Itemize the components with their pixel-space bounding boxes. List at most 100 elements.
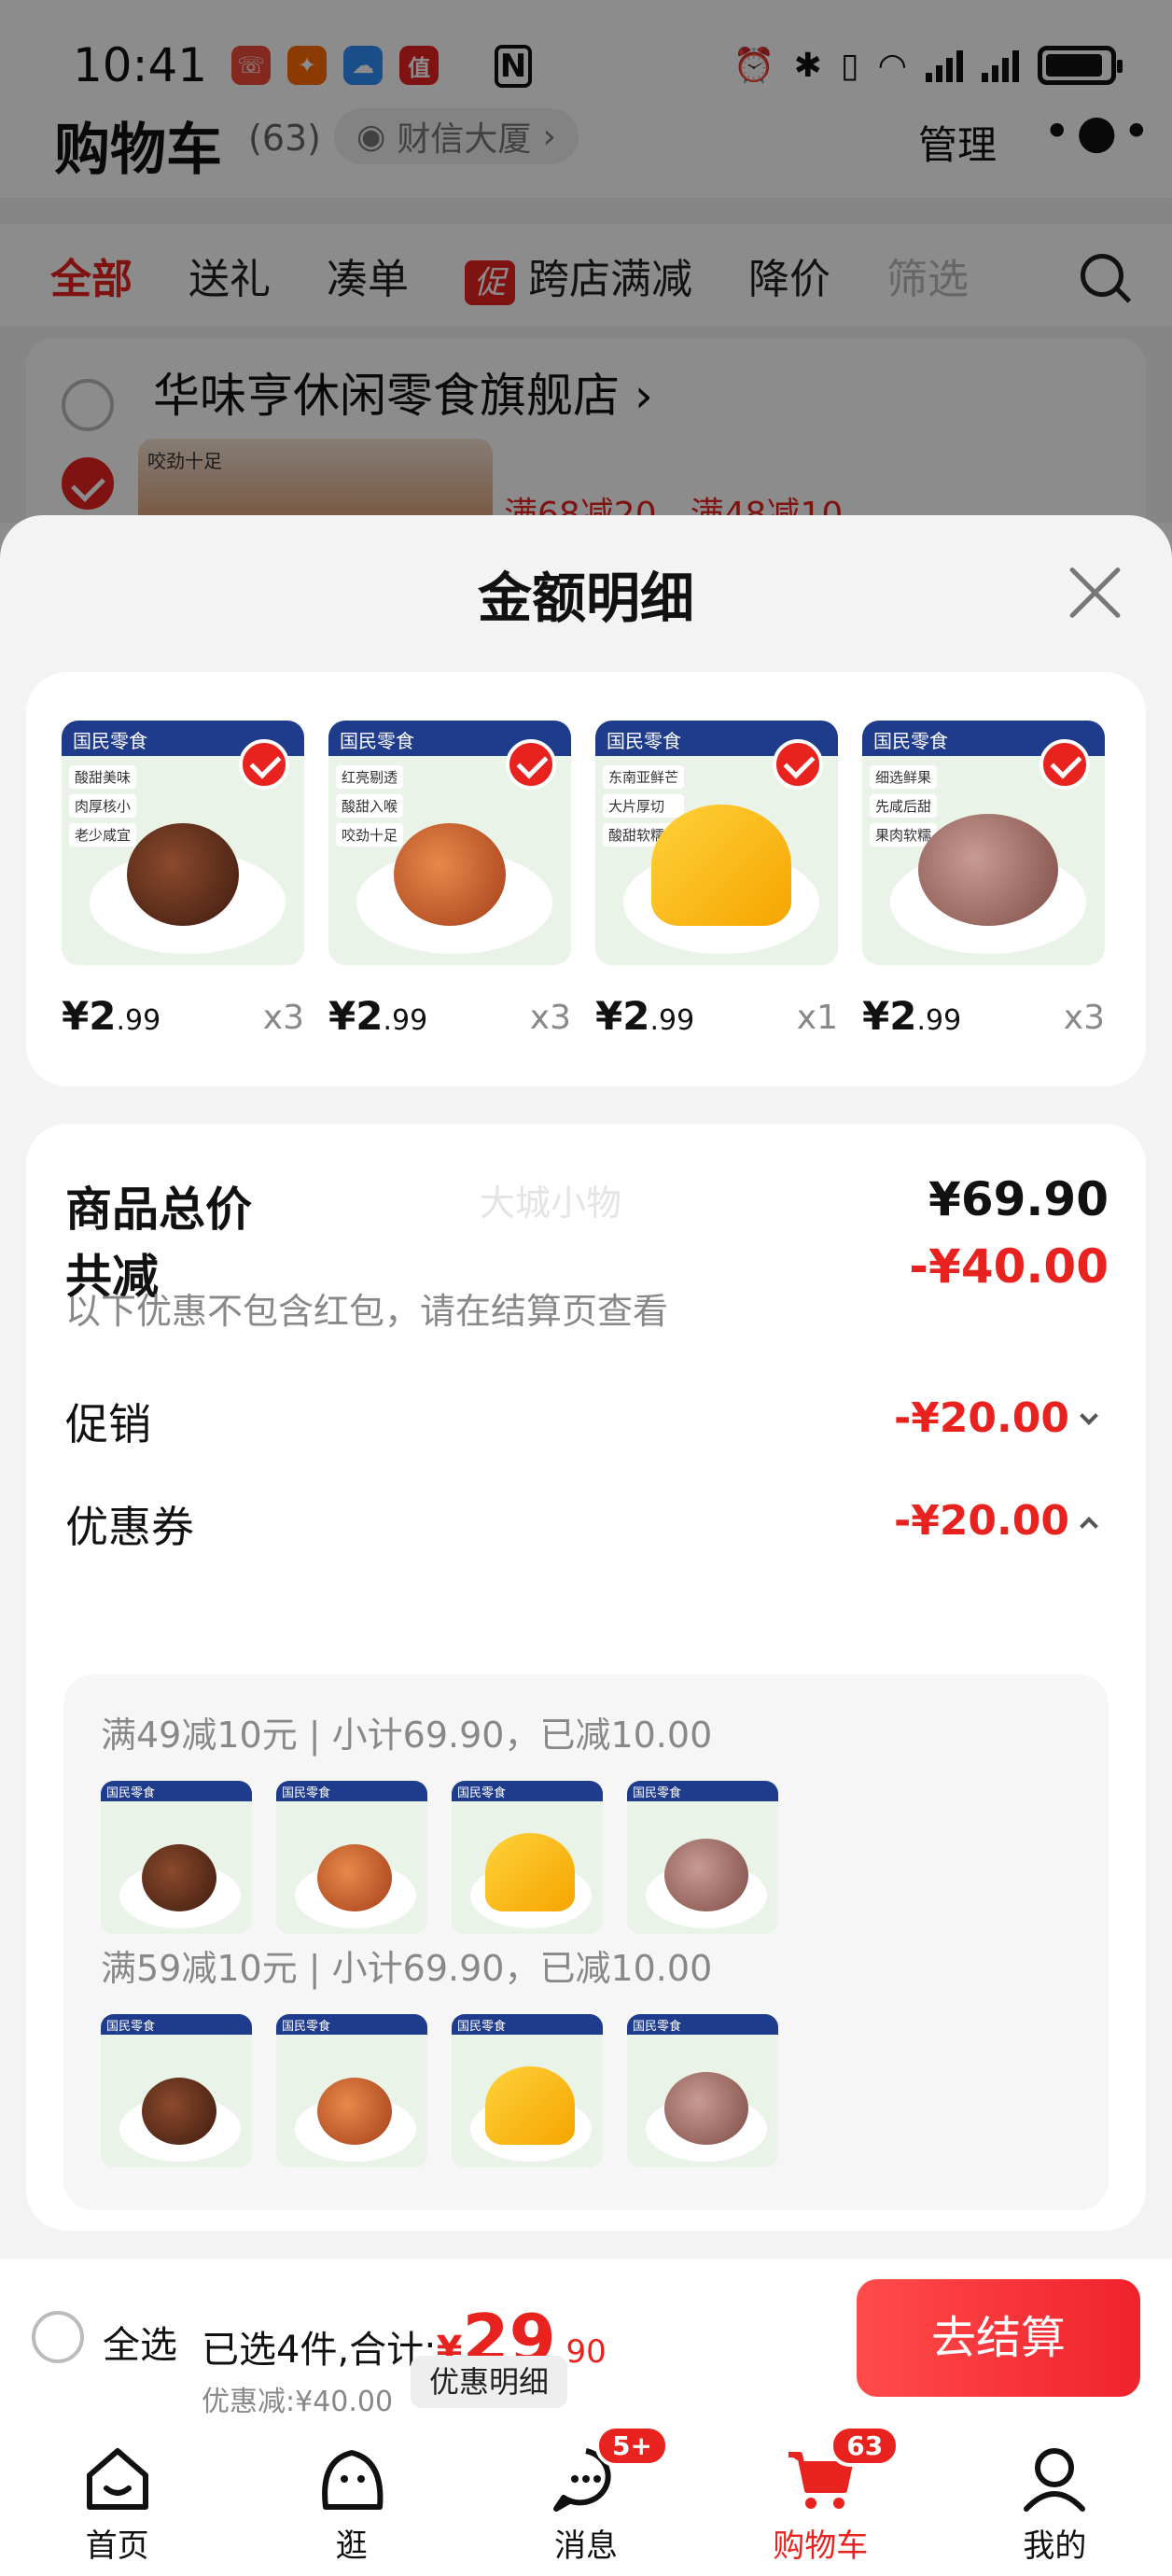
product-qty: x1: [796, 999, 838, 1037]
brand-banner: 国民零食: [452, 1781, 603, 1801]
tab-label: 首页: [85, 2527, 149, 2565]
coupon-value-row[interactable]: -¥20.00: [893, 1497, 1098, 1545]
product-item[interactable]: 国民零食 酸甜美味 肉厚核小 老少咸宜 ¥2.99 x3: [62, 721, 304, 1039]
selected-check-icon[interactable]: [773, 739, 823, 790]
product-tag: 东南亚鲜芒: [603, 765, 685, 789]
product-tags: 细选鲜果 先咸后甜 果肉软糯: [870, 765, 938, 847]
products-card: 国民零食 酸甜美味 肉厚核小 老少咸宜 ¥2.99 x3 国民零食 红亮剔透 酸…: [26, 672, 1146, 1086]
select-all-radio[interactable]: [32, 2311, 84, 2363]
coupon-product-thumb: 国民零食: [452, 1781, 603, 1934]
selected-check-icon[interactable]: [506, 739, 556, 790]
fruit-graphic: [485, 1833, 575, 1911]
total-label: 商品总价: [65, 1183, 252, 1237]
selected-check-icon[interactable]: [1039, 739, 1090, 790]
discount-summary: 优惠减:¥40.00: [202, 2386, 394, 2418]
brand-banner: 国民零食: [101, 2014, 252, 2035]
product-tag: 酸甜美味: [69, 765, 137, 789]
tab-label: 消息: [554, 2527, 618, 2565]
coupon-value: -¥20.00: [893, 1497, 1069, 1545]
coupon-product-thumb: 国民零食: [101, 1781, 252, 1934]
brand-banner: 国民零食: [452, 2014, 603, 2035]
tab-explore[interactable]: 逛: [234, 2417, 468, 2576]
brand-banner: 国民零食: [101, 1781, 252, 1801]
product-image: 国民零食 酸甜美味 肉厚核小 老少咸宜: [62, 721, 304, 965]
product-qty: x3: [1063, 999, 1105, 1037]
fruit-graphic: [317, 2078, 392, 2145]
price-int: ¥2: [62, 993, 117, 1039]
fruit-graphic: [127, 823, 239, 926]
home-icon: [86, 2448, 148, 2510]
promo-value-row[interactable]: -¥20.00: [894, 1394, 1098, 1442]
brand-banner: 国民零食: [276, 1781, 427, 1801]
product-tags: 酸甜美味 肉厚核小 老少咸宜: [69, 765, 137, 847]
fruit-graphic: [142, 2078, 216, 2145]
product-item[interactable]: 国民零食 东南亚鲜芒 大片厚切 酸甜软糯 ¥2.99 x1: [595, 721, 838, 1039]
fruit-graphic: [317, 1844, 392, 1911]
product-price: ¥2.99: [328, 993, 427, 1039]
coupon-product-thumb: 国民零食: [276, 1781, 427, 1934]
tab-home[interactable]: 首页: [0, 2417, 234, 2576]
checkout-button[interactable]: 去结算: [857, 2279, 1140, 2397]
coupon-product-thumb: 国民零食: [627, 2014, 778, 2167]
selected-check-icon[interactable]: [239, 739, 289, 790]
coupon-product-thumb: 国民零食: [452, 2014, 603, 2167]
chevron-down-icon: [1080, 1407, 1098, 1425]
coupon-detail-box: 满49减10元 | 小计69.90，已减10.00 国民零食 国民零食 国民零食…: [63, 1674, 1109, 2210]
coupon-product-thumb: 国民零食: [101, 2014, 252, 2167]
cart-page-background: 10:41 ☏ ✦ ☁ 值 N ⏰ ✱ ▯ ◠ 购物车 (63) ◉ 财信大厦 …: [0, 0, 1172, 562]
price-int: ¥2: [328, 993, 384, 1039]
fruit-graphic: [394, 823, 506, 926]
product-qty: x3: [529, 999, 571, 1037]
cart-badge: 63: [830, 2425, 900, 2467]
message-badge: 5+: [595, 2425, 669, 2467]
modal-overlay[interactable]: [0, 0, 1172, 523]
tab-profile[interactable]: 我的: [938, 2417, 1172, 2576]
price-dec: .99: [916, 1004, 962, 1037]
brand-banner: 国民零食: [627, 1781, 778, 1801]
product-tags: 红亮剔透 酸甜入喉 咬劲十足: [336, 765, 404, 847]
coupon-product-thumb: 国民零食: [627, 1781, 778, 1934]
price-summary-card: 大城小物 商品总价 ¥69.90 共减 -¥40.00 以下优惠不包含红包，请在…: [26, 1124, 1146, 2231]
fruit-graphic: [664, 1839, 748, 1911]
discount-note: 以下优惠不包含红包，请在结算页查看: [65, 1291, 669, 1332]
brand-banner: 国民零食: [627, 2014, 778, 2035]
select-all-label[interactable]: 全选: [103, 2315, 177, 2369]
coupon-line: 满59减10元 | 小计69.90，已减10.00: [101, 1948, 713, 1989]
chevron-up-icon: [1080, 1517, 1098, 1535]
product-tag: 咬劲十足: [336, 823, 404, 847]
fruit-graphic: [664, 2072, 748, 2145]
product-item[interactable]: 国民零食 细选鲜果 先咸后甜 果肉软糯 ¥2.99 x3: [862, 721, 1105, 1039]
fruit-graphic: [142, 1844, 216, 1911]
price-int: ¥2: [862, 993, 917, 1039]
fruit-graphic: [651, 805, 791, 926]
close-icon[interactable]: [1064, 562, 1125, 623]
explore-icon: [321, 2450, 384, 2510]
promo-label: 促销: [65, 1399, 151, 1449]
amount-detail-sheet: 金额明细 国民零食 酸甜美味 肉厚核小 老少咸宜 ¥2.99 x3 国民零食 红…: [0, 515, 1172, 2259]
product-tag: 细选鲜果: [870, 765, 938, 789]
product-image: 国民零食 细选鲜果 先咸后甜 果肉软糯: [862, 721, 1105, 965]
product-item[interactable]: 国民零食 红亮剔透 酸甜入喉 咬劲十足 ¥2.99 x3: [328, 721, 571, 1039]
tab-label: 我的: [1023, 2527, 1087, 2565]
product-tag: 红亮剔透: [336, 765, 404, 789]
total-value: ¥69.90: [928, 1172, 1109, 1226]
tab-messages[interactable]: 5+ 消息: [468, 2417, 703, 2576]
product-tag: 酸甜入喉: [336, 794, 404, 818]
product-tag: 肉厚核小: [69, 794, 137, 818]
product-tag: 老少咸宜: [69, 823, 137, 847]
product-image: 国民零食 东南亚鲜芒 大片厚切 酸甜软糯: [595, 721, 838, 965]
product-price: ¥2.99: [862, 993, 961, 1039]
product-tag: 先咸后甜: [870, 794, 938, 818]
fruit-graphic: [918, 814, 1058, 926]
product-qty: x3: [262, 999, 304, 1037]
checkout-bar: 全选 已选4件,合计: ¥ 29 .90 优惠减:¥40.00 优惠明细 去结算: [0, 2259, 1172, 2418]
coupon-product-thumb: 国民零食: [276, 2014, 427, 2167]
tab-cart[interactable]: 63 购物车: [704, 2417, 938, 2576]
price-dec: .99: [649, 1004, 695, 1037]
coupon-label: 优惠券: [65, 1502, 194, 1552]
profile-icon: [1024, 2448, 1086, 2512]
price-int: ¥2: [595, 993, 650, 1039]
coupon-line: 满49减10元 | 小计69.90，已减10.00: [101, 1715, 713, 1756]
discount-detail-button[interactable]: 优惠明细: [411, 2356, 568, 2408]
tab-label: 逛: [335, 2527, 368, 2565]
